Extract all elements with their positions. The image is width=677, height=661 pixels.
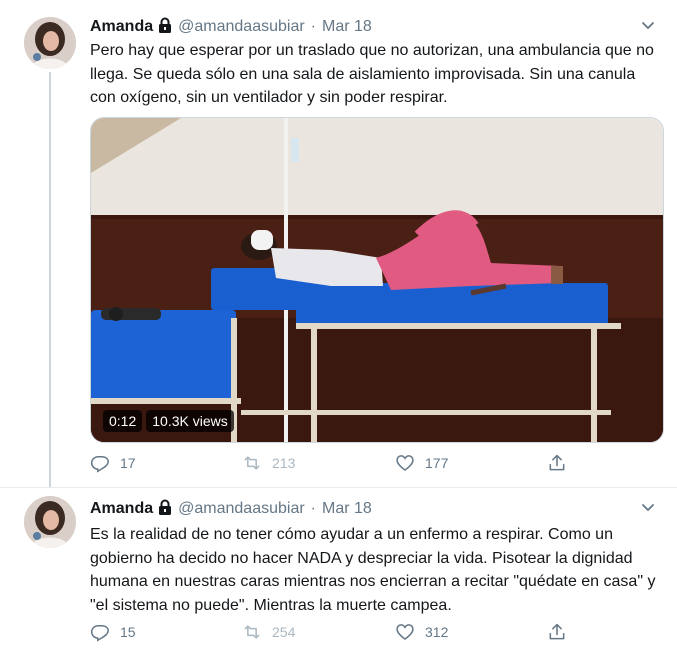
reply-button[interactable]: 15 [90, 622, 136, 642]
video-views: 10.3K views [146, 410, 234, 432]
tweet-text: Pero hay que esperar por un traslado que… [90, 42, 654, 106]
video-info: 0:12 10.3K views [103, 410, 234, 432]
like-count: 177 [425, 455, 449, 471]
lock-icon [158, 17, 172, 38]
separator: · [310, 500, 316, 517]
video-duration: 0:12 [103, 410, 143, 432]
retweet-button[interactable]: 254 [242, 622, 295, 642]
reply-count: 17 [120, 455, 136, 471]
tweet-actions: 17 213 177 [90, 452, 570, 474]
reply-count: 15 [120, 624, 136, 640]
like-count: 312 [425, 624, 449, 640]
reply-icon [90, 456, 109, 473]
display-name[interactable]: Amanda [90, 18, 153, 36]
retweet-icon [244, 456, 260, 470]
like-button[interactable]: 312 [395, 622, 448, 642]
video-player[interactable]: 0:12 10.3K views [90, 117, 664, 443]
reply-button[interactable]: 17 [90, 453, 136, 473]
separator: · [310, 18, 316, 35]
tweet-2[interactable]: Amanda @amandaasubiar · Mar 18 Es la rea… [0, 488, 677, 661]
tweet-header: Amanda @amandaasubiar · Mar 18 [90, 498, 372, 520]
username[interactable]: @amandaasubiar [178, 18, 305, 36]
retweet-count: 254 [272, 624, 296, 640]
tweet-header: Amanda @amandaasubiar · Mar 18 [90, 16, 372, 38]
timestamp[interactable]: Mar 18 [322, 500, 372, 518]
heart-icon [396, 624, 414, 641]
heart-icon [396, 455, 414, 472]
like-button[interactable]: 177 [395, 453, 448, 473]
tweet-1[interactable]: Amanda @amandaasubiar · Mar 18 Pero hay … [0, 0, 677, 487]
share-icon [549, 454, 565, 471]
chevron-down-icon[interactable] [639, 498, 657, 516]
retweet-button[interactable]: 213 [242, 453, 295, 473]
tweet-actions: 15 254 312 [90, 621, 570, 643]
video-frame [91, 118, 663, 442]
timestamp[interactable]: Mar 18 [322, 18, 372, 36]
share-icon [549, 623, 565, 640]
retweet-count: 213 [272, 455, 296, 471]
tweet-text: Es la realidad de no tener cómo ayudar a… [90, 526, 656, 614]
display-name[interactable]: Amanda [90, 500, 153, 518]
thread-line [49, 72, 51, 487]
avatar[interactable] [24, 17, 76, 69]
share-button[interactable] [547, 453, 577, 473]
lock-icon [158, 499, 172, 520]
share-button[interactable] [547, 622, 577, 642]
reply-icon [90, 625, 109, 642]
retweet-icon [244, 625, 260, 639]
chevron-down-icon[interactable] [639, 16, 657, 34]
username[interactable]: @amandaasubiar [178, 500, 305, 518]
avatar[interactable] [24, 496, 76, 548]
